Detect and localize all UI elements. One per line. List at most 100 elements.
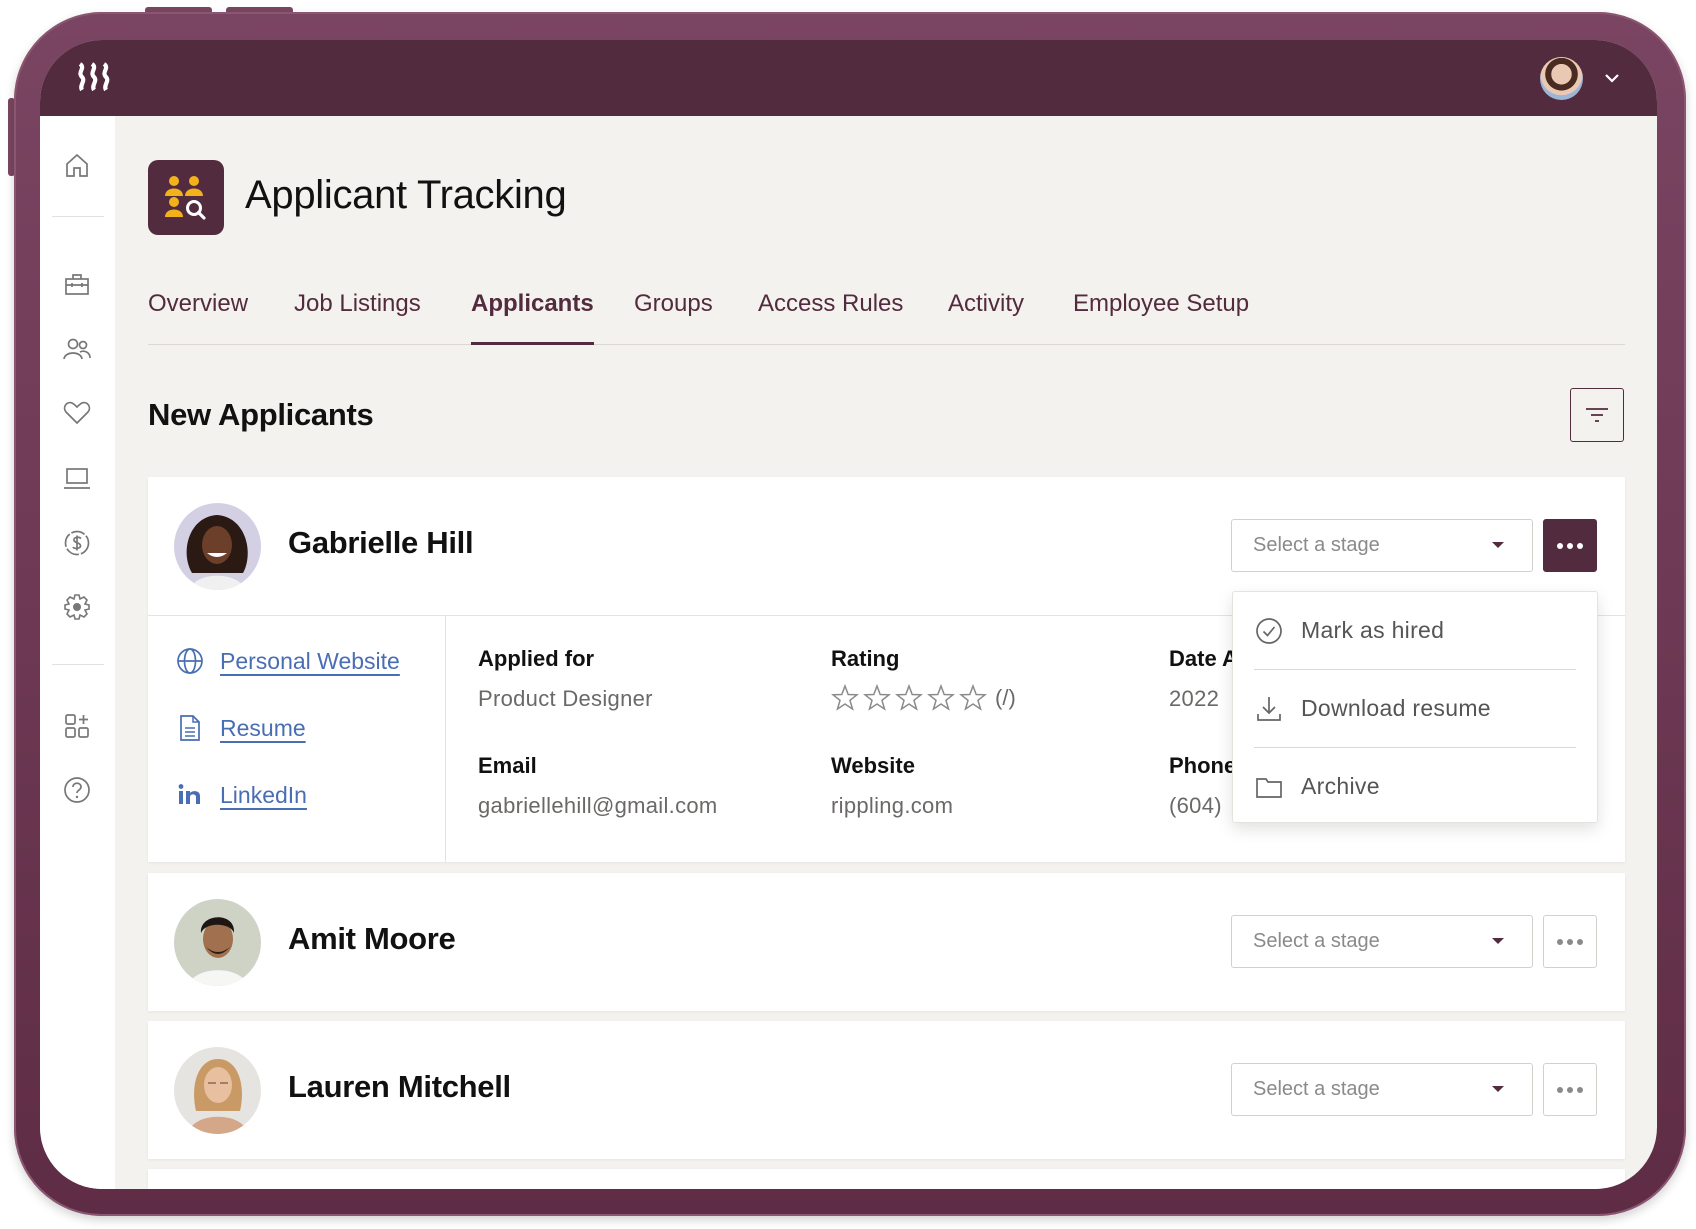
device-frame: Applicant Tracking Overview Job Listings… [14, 12, 1686, 1216]
stage-select-placeholder: Select a stage [1253, 930, 1380, 952]
more-horizontal-icon [1557, 938, 1583, 945]
stage-select[interactable]: Select a stage [1231, 519, 1533, 572]
check-circle-icon [1256, 617, 1282, 644]
link-label[interactable]: Personal Website [220, 648, 400, 675]
top-bar [40, 40, 1657, 116]
menu-item-mark-as-hired[interactable]: Mark as hired [1254, 592, 1576, 669]
more-actions-button[interactable] [1543, 519, 1597, 572]
linkedin-icon [178, 784, 200, 804]
user-avatar[interactable] [1540, 57, 1583, 100]
filter-button[interactable] [1570, 388, 1624, 442]
page-title: Applicant Tracking [245, 173, 567, 217]
stage-select-placeholder: Select a stage [1253, 1078, 1380, 1100]
star-icon[interactable] [863, 684, 891, 712]
applicant-card-header[interactable]: Amit Moore Select a stage [148, 873, 1625, 1011]
applicant-card-header[interactable]: Lauren Mitchell Select a stage [148, 1021, 1625, 1159]
field-label: Date A [1169, 646, 1238, 671]
stage-select[interactable]: Select a stage [1231, 915, 1533, 968]
field-phone: Phone (604) [1169, 753, 1236, 819]
field-website: Website rippling.com [831, 753, 953, 819]
field-value: gabriellehill@gmail.com [478, 793, 718, 818]
menu-item-archive[interactable]: Archive [1254, 748, 1576, 825]
field-label: Rating [831, 646, 900, 671]
field-label: Website [831, 753, 915, 778]
menu-item-label: Archive [1301, 773, 1380, 799]
star-icon[interactable] [959, 684, 987, 712]
applicant-name[interactable]: Gabrielle Hill [288, 525, 474, 561]
applicant-avatar [174, 503, 261, 590]
star-icon[interactable] [895, 684, 923, 712]
link-resume[interactable]: Resume [175, 713, 306, 743]
filter-icon [1586, 408, 1608, 422]
link-label[interactable]: Resume [220, 715, 306, 742]
stage-select[interactable]: Select a stage [1231, 1063, 1533, 1116]
field-email: Email gabriellehill@gmail.com [478, 753, 718, 819]
field-applied-for: Applied for Product Designer [478, 646, 653, 712]
more-actions-button[interactable] [1543, 915, 1597, 968]
field-label: Email [478, 753, 537, 778]
star-rating[interactable]: (/) [831, 684, 1016, 712]
tab-applicants[interactable]: Applicants [471, 290, 594, 345]
applicant-name[interactable]: Lauren Mitchell [288, 1069, 511, 1105]
applicant-links: Personal Website Resume LinkedIn [148, 616, 446, 862]
more-horizontal-icon [1557, 542, 1583, 549]
actions-menu: Mark as hired Download resume Archive [1232, 591, 1598, 823]
tab-bar: Overview Job Listings Applicants Groups … [148, 290, 1625, 345]
download-icon [1257, 696, 1281, 721]
field-value: rippling.com [831, 793, 954, 818]
field-value: Product Designer [478, 686, 653, 711]
applicant-card [148, 1169, 1625, 1189]
rippling-logo-icon[interactable] [76, 62, 112, 92]
sidebar-divider [52, 216, 104, 217]
caret-down-icon [1492, 1086, 1504, 1092]
rating-value: (/) [995, 685, 1016, 710]
heart-icon[interactable] [61, 397, 93, 429]
link-label[interactable]: LinkedIn [220, 782, 307, 809]
field-value: 2022 [1169, 686, 1220, 711]
more-horizontal-icon [1557, 1086, 1583, 1093]
field-rating: Rating (/) [831, 646, 1016, 712]
people-icon[interactable] [61, 333, 93, 365]
link-personal-website[interactable]: Personal Website [175, 646, 400, 676]
home-icon[interactable] [61, 149, 93, 181]
tab-employee-setup[interactable]: Employee Setup [1073, 290, 1249, 338]
sidebar-divider [52, 664, 104, 665]
menu-item-label: Download resume [1301, 695, 1491, 721]
more-actions-button[interactable] [1543, 1063, 1597, 1116]
star-icon[interactable] [927, 684, 955, 712]
field-value: (604) [1169, 793, 1222, 818]
laptop-icon[interactable] [61, 462, 93, 494]
apps-plus-icon[interactable] [61, 710, 93, 742]
tab-overview[interactable]: Overview [148, 290, 248, 338]
app-screen: Applicant Tracking Overview Job Listings… [40, 40, 1657, 1189]
tab-groups[interactable]: Groups [634, 290, 713, 338]
applicant-card: Lauren Mitchell Select a stage [148, 1021, 1625, 1159]
applicant-search-icon [148, 160, 224, 235]
document-icon [180, 715, 200, 741]
applicant-name[interactable]: Amit Moore [288, 921, 456, 957]
caret-down-icon [1492, 938, 1504, 944]
applicant-avatar [174, 899, 261, 986]
help-icon[interactable] [61, 774, 93, 806]
stage-select-placeholder: Select a stage [1253, 534, 1380, 556]
tab-activity[interactable]: Activity [948, 290, 1024, 338]
dollar-icon[interactable] [61, 527, 93, 559]
gear-icon[interactable] [61, 591, 93, 623]
chevron-down-icon[interactable] [1602, 68, 1622, 88]
field-label: Phone [1169, 753, 1237, 778]
field-label: Applied for [478, 646, 595, 671]
section-title: New Applicants [148, 397, 374, 432]
applicant-card: Amit Moore Select a stage [148, 873, 1625, 1011]
tab-job-listings[interactable]: Job Listings [294, 290, 421, 338]
menu-item-download-resume[interactable]: Download resume [1254, 670, 1576, 747]
applicant-avatar [174, 1047, 261, 1134]
link-linkedin[interactable]: LinkedIn [175, 780, 307, 810]
globe-icon [177, 648, 203, 674]
field-date-applied: Date A 2022 [1169, 646, 1238, 712]
tab-access-rules[interactable]: Access Rules [758, 290, 903, 338]
star-icon[interactable] [831, 684, 859, 712]
briefcase-icon[interactable] [61, 269, 93, 301]
caret-down-icon [1492, 542, 1504, 548]
menu-item-label: Mark as hired [1301, 617, 1445, 643]
folder-icon [1256, 777, 1282, 798]
